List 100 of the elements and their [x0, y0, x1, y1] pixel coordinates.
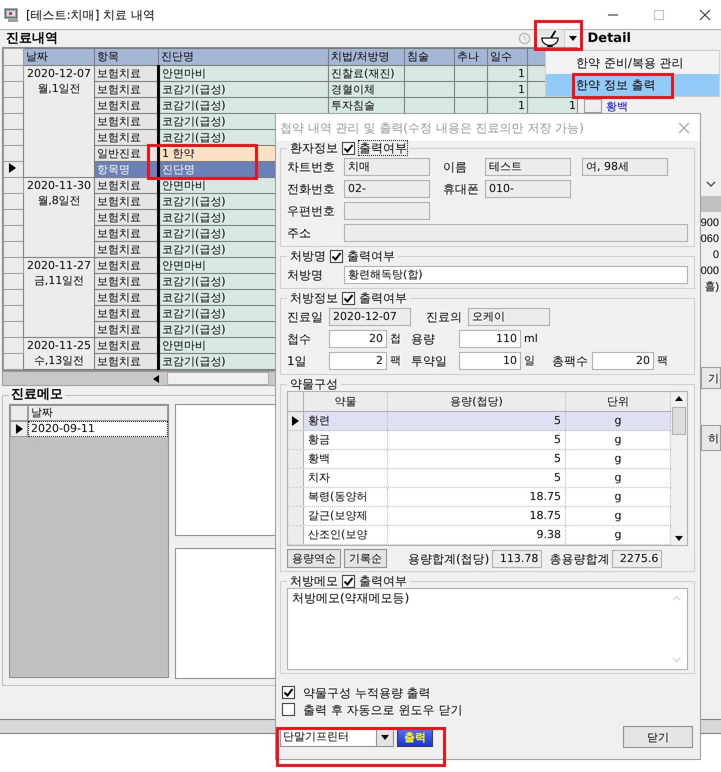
table-cell [454, 82, 488, 98]
table-row[interactable]: 산조인(보양 9.38 g [288, 526, 671, 545]
input-field[interactable]: 2275.6 [612, 550, 662, 568]
input-field[interactable]: 황련해독탕(합) [344, 266, 688, 284]
table-cell [454, 98, 488, 114]
column-header[interactable]: 날짜 [24, 48, 94, 66]
checkbox-label[interactable]: 출력여부 [347, 249, 395, 263]
field-label: 1일 [287, 354, 308, 368]
checkbox-label[interactable]: 출력여부 [359, 574, 407, 588]
sort-button[interactable]: 용량역순 [287, 549, 341, 568]
table-cell: 산조인(보양 [304, 526, 388, 544]
input-field[interactable]: 02- [344, 180, 430, 198]
input-field[interactable]: 20 [329, 330, 387, 348]
field-label: 용량 [411, 332, 436, 346]
table-row[interactable]: 치자 5 g [288, 469, 671, 488]
checkbox-label[interactable]: 출력여부 [359, 291, 407, 305]
days-ago-label: 수,13일전 [32, 353, 86, 368]
chevron-down-icon[interactable] [706, 181, 716, 188]
checkbox[interactable] [282, 686, 295, 699]
checkbox-label[interactable]: 출력 후 자동으로 윈도우 닫기 [303, 702, 462, 716]
column-header[interactable]: 항목 [94, 48, 158, 66]
input-field[interactable]: 010- [485, 180, 571, 198]
unit-label: ml [524, 332, 539, 346]
close-button[interactable]: 닫기 [623, 726, 693, 748]
table-cell [454, 66, 488, 82]
table-cell: 9.38 [388, 526, 566, 544]
scroll-left-icon[interactable] [153, 374, 159, 382]
menu-item[interactable]: 한약 준비/복용 관리 [546, 52, 719, 74]
input-field[interactable]: 113.78 [492, 550, 542, 568]
table-cell: 18.75 [388, 507, 566, 525]
checkbox-label[interactable]: 출력여부 [359, 141, 407, 155]
field-label: 휴대폰 [443, 182, 480, 196]
input-field[interactable]: 20 [592, 352, 654, 370]
checkbox-label[interactable]: 약물구성 누적용량 출력 [303, 686, 431, 700]
scroll-thumb[interactable] [672, 407, 686, 435]
checkbox[interactable] [342, 574, 355, 588]
column-header[interactable]: 치법/처방명 [328, 48, 404, 66]
checkbox[interactable] [330, 250, 343, 262]
column-header[interactable]: 날짜 [28, 405, 168, 421]
header-corner [4, 48, 24, 66]
table-cell: 복령(동양허 [304, 488, 388, 506]
table-row[interactable]: 황련 5 g [288, 412, 671, 431]
table-cell: 보험치료 [94, 338, 158, 354]
panel-button[interactable]: 히 [701, 425, 721, 451]
close-icon[interactable] [699, 8, 711, 20]
field-label: 총팩수 [552, 354, 589, 368]
scroll-up-icon[interactable] [675, 396, 683, 401]
input-field[interactable]: 오케이 [468, 308, 550, 326]
input-field[interactable]: 10 [459, 352, 521, 370]
table-cell[interactable]: 2020-09-11 [28, 421, 168, 437]
table-cell-text: 000 [700, 264, 719, 279]
row-header[interactable] [4, 162, 24, 178]
table-cell: 보험치료 [94, 322, 158, 338]
table-cell: 5 [388, 412, 566, 430]
caret-icon[interactable] [569, 36, 578, 42]
field-label: 진료의 [426, 310, 463, 324]
table-row[interactable]: 황백 5 g [288, 450, 671, 469]
table-cell: 경혈이체 [328, 82, 404, 98]
column-header[interactable]: 일수 [488, 48, 528, 66]
checkbox[interactable] [282, 703, 295, 716]
table-row[interactable]: 갈근(보양제 18.75 g [288, 507, 671, 526]
table-cell: 갈근(보양제 [304, 507, 388, 525]
table-cell [404, 66, 454, 82]
panel-button[interactable]: 기 [701, 367, 721, 389]
field-label: 진료일 [287, 310, 324, 324]
vertical-scrollbar[interactable] [671, 392, 687, 545]
table-cell: 보험치료 [94, 226, 158, 242]
input-field[interactable] [344, 202, 430, 220]
input-field[interactable]: 110 [459, 330, 521, 348]
table-cell: 보험치료 [94, 98, 158, 114]
scroll-down-icon[interactable] [675, 536, 683, 541]
input-field[interactable]: 2020-12-07 [329, 308, 411, 326]
days-ago-label: 월,8일전 [36, 193, 82, 208]
input-field[interactable]: 테스트 [485, 158, 571, 176]
app-icon [4, 6, 20, 22]
table-row[interactable]: 황금 5 g [288, 431, 671, 450]
table-cell [404, 82, 454, 98]
input-field[interactable]: 여, 98세 [582, 158, 668, 176]
column-header[interactable]: 침술 [404, 48, 454, 66]
table-row[interactable]: 복령(동양허 18.75 g [288, 488, 671, 507]
column-header[interactable]: 약물 [304, 392, 388, 411]
menu-item[interactable]: 한약 정보 출력 [546, 74, 719, 96]
column-header[interactable]: 진단명 [158, 48, 328, 66]
column-header[interactable]: 용량(첩당) [388, 392, 566, 411]
table-cell: 황련 [304, 412, 388, 430]
table-cell-text: 060 [700, 232, 719, 247]
row-header[interactable] [10, 421, 28, 437]
table-cell-text: 900 [700, 216, 719, 231]
table-cell: 보험치료 [94, 258, 158, 274]
sort-button[interactable]: 기록순 [344, 549, 387, 568]
checkbox[interactable] [342, 292, 355, 304]
input-field[interactable]: 치매 [344, 158, 430, 176]
checkbox[interactable] [342, 142, 355, 154]
maximize-icon[interactable] [653, 8, 665, 20]
table-cell: 보험치료 [94, 306, 158, 322]
scroll-thumb[interactable] [167, 372, 269, 385]
column-header[interactable]: 추나 [454, 48, 488, 66]
input-field[interactable] [344, 224, 688, 242]
table-cell: 5 [388, 469, 566, 487]
input-field[interactable]: 2 [329, 352, 387, 370]
